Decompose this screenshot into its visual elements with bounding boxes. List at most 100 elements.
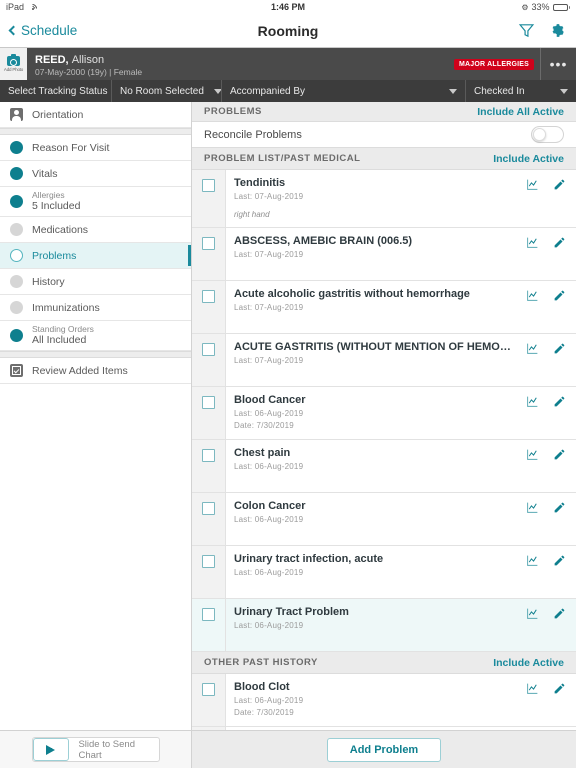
pencil-icon[interactable] bbox=[553, 395, 566, 408]
problem-row[interactable]: Urinary tract infection, acute Last: 06-A… bbox=[192, 546, 576, 600]
problem-row[interactable]: Tendinitis Last: 07-Aug-2019 right hand bbox=[192, 170, 576, 229]
room-dropdown[interactable]: No Room Selected bbox=[112, 80, 222, 102]
pencil-icon[interactable] bbox=[553, 554, 566, 567]
line-chart-icon[interactable] bbox=[526, 289, 539, 302]
line-chart-icon[interactable] bbox=[526, 501, 539, 514]
sidebar-item-allergies[interactable]: Allergies 5 Included bbox=[0, 187, 191, 217]
sidebar-item-label: Problems bbox=[32, 249, 77, 262]
sidebar-item-label: History bbox=[32, 275, 65, 288]
sidebar-item-medications[interactable]: Medications bbox=[0, 217, 191, 243]
pencil-icon[interactable] bbox=[553, 682, 566, 695]
tracking-status-dropdown[interactable]: Select Tracking Status bbox=[0, 80, 112, 102]
problem-checkbox[interactable] bbox=[202, 555, 215, 569]
pencil-icon[interactable] bbox=[553, 342, 566, 355]
sidebar-item-standing-orders[interactable]: Standing Orders All Included bbox=[0, 321, 191, 351]
gear-icon[interactable] bbox=[549, 22, 566, 39]
problem-row[interactable]: Acute alcoholic gastritis without hemorr… bbox=[192, 281, 576, 335]
status-badge[interactable]: MAJOR ALLERGIES bbox=[453, 58, 534, 70]
problem-checkbox-cell[interactable] bbox=[192, 281, 226, 334]
problem-row[interactable]: Urinary Tract Problem Last: 06-Aug-2019 bbox=[192, 599, 576, 653]
slide-to-send-chart-control[interactable]: Slide to Send Chart bbox=[31, 737, 160, 762]
battery-percent-label: 33% bbox=[531, 2, 550, 12]
pencil-icon[interactable] bbox=[553, 289, 566, 302]
include-active-button[interactable]: Include Active bbox=[493, 153, 564, 165]
problem-row-content: Tendinitis Last: 07-Aug-2019 right hand bbox=[226, 170, 576, 228]
problem-row-actions bbox=[526, 681, 566, 718]
tracking-toolbar: Select Tracking Status No Room Selected … bbox=[0, 80, 576, 102]
pencil-icon[interactable] bbox=[553, 448, 566, 461]
problem-text-block: Acute alcoholic gastritis without hemorr… bbox=[234, 288, 516, 325]
add-problem-button[interactable]: Add Problem bbox=[327, 737, 441, 762]
problems-scroll-area[interactable]: PROBLEM LIST/PAST MEDICAL Include Active T… bbox=[192, 148, 576, 730]
line-chart-icon[interactable] bbox=[526, 682, 539, 695]
line-chart-icon[interactable] bbox=[526, 607, 539, 620]
send-arrow-icon[interactable] bbox=[32, 738, 70, 761]
reconcile-problems-toggle[interactable] bbox=[531, 126, 564, 144]
problem-title: Acute alcoholic gastritis without hemorr… bbox=[234, 288, 470, 301]
sidebar-item-problems[interactable]: Problems bbox=[0, 243, 191, 269]
problem-checkbox[interactable] bbox=[202, 502, 215, 516]
nav-actions bbox=[518, 22, 566, 39]
patient-info[interactable]: REED, Allison 07-May-2000 (19y) | Female bbox=[27, 48, 454, 80]
problem-checkbox[interactable] bbox=[202, 237, 215, 251]
send-chart-footer: Slide to Send Chart bbox=[0, 730, 191, 768]
problem-checkbox-cell[interactable] bbox=[192, 387, 226, 440]
checked-in-dropdown[interactable]: Checked In bbox=[466, 80, 576, 102]
problem-checkbox-cell[interactable] bbox=[192, 334, 226, 387]
problem-checkbox[interactable] bbox=[202, 179, 215, 193]
problem-row[interactable]: ABSCESS, AMEBIC BRAIN (006.5) Last: 07-Au… bbox=[192, 228, 576, 282]
problem-checkbox-cell[interactable] bbox=[192, 599, 226, 652]
problem-checkbox-cell[interactable] bbox=[192, 228, 226, 281]
problem-checkbox[interactable] bbox=[202, 396, 215, 410]
problem-checkbox[interactable] bbox=[202, 449, 215, 463]
line-chart-icon[interactable] bbox=[526, 448, 539, 461]
problem-row[interactable]: DYSURIALast: 06-Aug-2019 bbox=[192, 727, 576, 730]
include-active-button[interactable]: Include Active bbox=[493, 657, 564, 669]
problem-row[interactable]: Colon Cancer Last: 06-Aug-2019 bbox=[192, 493, 576, 547]
sidebar-item-label: Review Added Items bbox=[32, 364, 128, 377]
problem-checkbox-cell[interactable] bbox=[192, 727, 226, 730]
pencil-icon[interactable] bbox=[553, 501, 566, 514]
problem-checkbox-cell[interactable] bbox=[192, 493, 226, 546]
problem-checkbox-cell[interactable] bbox=[192, 674, 226, 727]
accompanied-by-dropdown[interactable]: Accompanied By bbox=[222, 80, 466, 102]
sidebar-item-immunizations[interactable]: Immunizations bbox=[0, 295, 191, 321]
problem-checkbox[interactable] bbox=[202, 343, 215, 357]
patient-first-name: Allison bbox=[71, 54, 105, 66]
problem-checkbox-cell[interactable] bbox=[192, 546, 226, 599]
back-to-schedule-button[interactable]: Schedule bbox=[8, 23, 77, 38]
section-header: OTHER PAST HISTORY Include Active bbox=[192, 652, 576, 675]
line-chart-icon[interactable] bbox=[526, 236, 539, 249]
line-chart-icon[interactable] bbox=[526, 395, 539, 408]
sidebar-item-orientation[interactable]: Orientation bbox=[0, 102, 191, 128]
pencil-icon[interactable] bbox=[553, 178, 566, 191]
ios-status-bar: iPad 1:46 PM ⚙︎ 33% bbox=[0, 0, 576, 15]
pencil-icon[interactable] bbox=[553, 607, 566, 620]
problem-checkbox-cell[interactable] bbox=[192, 170, 226, 228]
problem-checkbox[interactable] bbox=[202, 683, 215, 697]
pencil-icon[interactable] bbox=[553, 236, 566, 249]
chevron-left-icon bbox=[8, 25, 19, 36]
problem-row[interactable]: Blood Clot Last: 06-Aug-2019 Date: 7/30/20… bbox=[192, 674, 576, 728]
more-options-button[interactable]: ••• bbox=[540, 48, 576, 80]
problem-row[interactable]: Blood Cancer Last: 06-Aug-2019 Date: 7/30/… bbox=[192, 387, 576, 441]
sidebar-item-reason-for-visit[interactable]: Reason For Visit bbox=[0, 135, 191, 161]
line-chart-icon[interactable] bbox=[526, 178, 539, 191]
sidebar-item-review-added-items[interactable]: Review Added Items bbox=[0, 358, 191, 384]
sidebar-item-label: Orientation bbox=[32, 108, 84, 121]
problem-checkbox[interactable] bbox=[202, 608, 215, 622]
include-all-active-button[interactable]: Include All Active bbox=[477, 106, 564, 118]
problem-title: Tendinitis bbox=[234, 177, 286, 190]
problem-text-block: Blood Cancer Last: 06-Aug-2019 Date: 7/30/… bbox=[234, 394, 516, 431]
problem-row[interactable]: ACUTE GASTRITIS (WITHOUT MENTION OF HEMO… bbox=[192, 334, 576, 388]
filter-icon[interactable] bbox=[518, 22, 535, 39]
add-photo-button[interactable]: Add Photo bbox=[0, 48, 27, 80]
line-chart-icon[interactable] bbox=[526, 554, 539, 567]
sidebar-item-history[interactable]: History bbox=[0, 269, 191, 295]
line-chart-icon[interactable] bbox=[526, 342, 539, 355]
problem-checkbox-cell[interactable] bbox=[192, 440, 226, 493]
problem-checkbox[interactable] bbox=[202, 290, 215, 304]
sidebar-item-vitals[interactable]: Vitals bbox=[0, 161, 191, 187]
problem-row-content: ACUTE GASTRITIS (WITHOUT MENTION OF HEMO… bbox=[226, 334, 576, 387]
problem-row[interactable]: Chest pain Last: 06-Aug-2019 bbox=[192, 440, 576, 494]
